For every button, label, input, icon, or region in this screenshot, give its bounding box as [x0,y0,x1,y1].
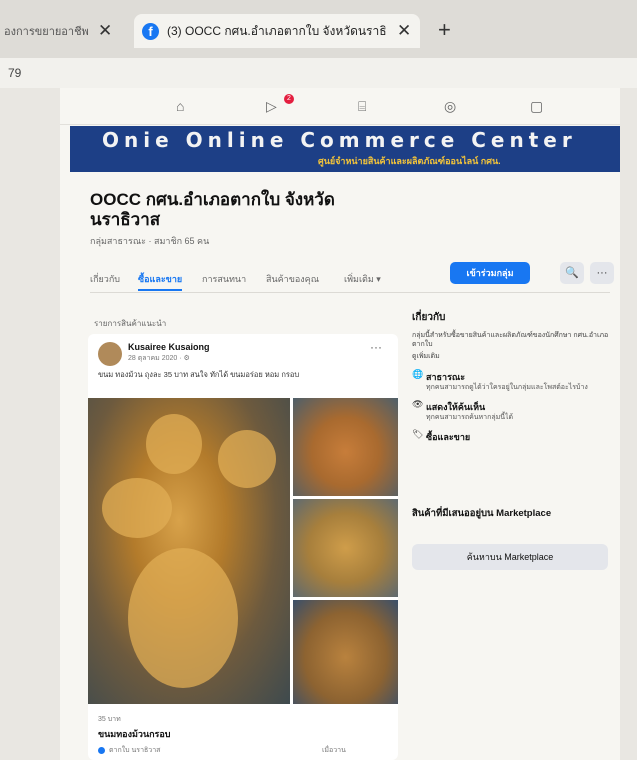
group-name: OOCC กศน.อำเภอตากใบ จังหวัดนราธิวาส [90,190,335,229]
browser-tab-active[interactable]: f (3) OOCC กศน.อำเภอตากใบ จังหวัดนราธิวา… [134,14,420,48]
address-bar[interactable]: 79 [0,58,637,88]
tab-more[interactable]: เพิ่มเติม ▾ [344,272,381,286]
avatar[interactable] [98,342,122,366]
about-heading: เกี่ยวกับ [412,312,446,323]
section-label: รายการสินค้าแนะนำ [94,319,167,328]
see-more-link[interactable]: ดูเพิ่มเติม [412,351,612,362]
post-title[interactable]: ขนมทองม้วนกรอบ [98,727,171,741]
buy-sell-row: 🏷 ซื้อและขาย [412,429,471,443]
address-text: 79 [8,66,22,80]
location-icon [98,746,105,754]
facebook-page: ⌂ ▷ 2 ⌸ ◎ ▢ Onie Online Commerce Center … [60,88,620,760]
marketplace-title: สินค้าที่มีเสนออยู่บน Marketplace [412,508,552,519]
post-card[interactable]: Kusairee Kusaiong 28 ตุลาคม 2020 · ⚙ ···… [88,334,398,760]
cover-title: Onie Online Commerce Center [102,128,577,152]
facebook-icon: f [142,22,159,40]
tab-about[interactable]: เกี่ยวกับ [90,272,120,286]
post-text: ขนม ทองม้วน ถุงละ 35 บาท สนใจ ทักได้ ขนม… [98,370,300,379]
about-description: กลุ่มนี้สำหรับซื้อขายสินค้าและผลิตภัณฑ์ข… [412,332,609,348]
post-price: 35 บาท [98,716,121,723]
marketplace-icon[interactable]: ⌸ [358,98,366,115]
marketplace-search-button[interactable]: ค้นหาบน Marketplace [412,544,608,570]
close-icon[interactable]: ✕ [397,21,411,41]
video-icon[interactable]: ▷ [266,98,277,115]
groups-icon[interactable]: ◎ [444,98,456,115]
tab-title: องการขยายอาชีพ [4,26,88,38]
product-photo[interactable] [293,600,398,704]
group-tabs: เกี่ยวกับ ซื้อและขาย การสนทนา สินค้าของค… [90,266,610,293]
globe-icon: 🌐 [412,369,424,379]
post-author[interactable]: Kusairee Kusaiong [128,342,210,352]
join-group-button[interactable]: เข้าร่วมกลุ่ม [450,262,530,284]
new-tab-button[interactable]: + [438,17,451,43]
product-photo[interactable] [293,499,398,597]
tab-your-items[interactable]: สินค้าของคุณ [266,272,319,286]
post-menu-button[interactable]: ··· [370,340,382,354]
tab-discussion[interactable]: การสนทนา [202,272,246,286]
post-location: ตากใบ นราธิวาส [98,745,160,756]
search-icon[interactable]: 🔍 [560,262,584,284]
browser-tab[interactable]: องการขยายอาชีพ ✕ [0,14,132,48]
group-cover-photo: Onie Online Commerce Center ศูนย์จำหน่าย… [70,126,620,172]
tab-buy-sell[interactable]: ซื้อและขาย [138,272,183,291]
browser-tab-bar: องการขยายอาชีพ ✕ f (3) OOCC กศน.อำเภอตาก… [0,0,637,58]
tag-icon: 🏷 [412,429,424,439]
cover-subtitle: ศูนย์จำหน่ายสินค้าและผลิตภัณฑ์ออนไลน์ กศ… [318,156,501,166]
top-nav: ⌂ ▷ 2 ⌸ ◎ ▢ [60,88,620,125]
product-photo[interactable] [293,398,398,496]
eye-icon: 👁 [412,399,424,409]
post-photos[interactable] [88,398,398,704]
post-date[interactable]: 28 ตุลาคม 2020 · ⚙ [128,353,190,364]
group-meta: กลุ่มสาธารณะ · สมาชิก 65 คน [90,236,210,246]
more-options-button[interactable]: ··· [590,262,614,284]
post-time: เมื่อวาน [322,747,346,754]
product-photo[interactable] [88,398,290,704]
notification-badge: 2 [284,94,294,104]
tab-title: (3) OOCC กศน.อำเภอตากใบ จังหวัดนราธิวาส [167,23,387,38]
home-icon[interactable]: ⌂ [176,98,184,114]
close-icon[interactable]: ✕ [98,21,112,41]
gaming-icon[interactable]: ▢ [530,98,543,115]
privacy-row: 🌐 สาธารณะ ทุกคนสามารถดูได้ว่าใครอยู่ในกล… [412,369,588,392]
visibility-row: 👁 แสดงให้ค้นเห็น ทุกคนสามารถค้นหากลุ่มนี… [412,399,514,422]
about-panel: เกี่ยวกับ กลุ่มนี้สำหรับซื้อขายสินค้าและ… [412,310,612,444]
